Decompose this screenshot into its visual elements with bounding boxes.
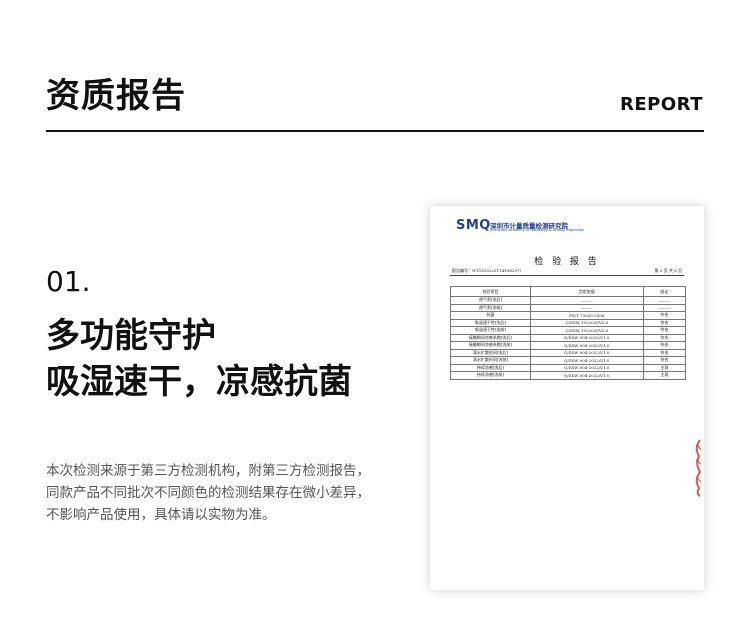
- table-cell: 接触瞬间凉感系数[洗后]: [450, 333, 531, 342]
- table-cell: 透气率[洗前]: [450, 303, 531, 312]
- table-row: 透气率[洗前] ——— ———: [450, 303, 687, 312]
- smq-logo: SMQ: [456, 218, 491, 233]
- table-cell: ———: [529, 296, 644, 305]
- description-line: 不影响产品使用，具体请以实物为准。: [46, 507, 276, 523]
- table-row: 吸湿速干性[洗后] Q/ZSW 19-2020/V2.0 符合: [450, 318, 687, 327]
- table-cell: ———: [642, 296, 687, 305]
- table-cell: 接触瞬间凉感系数[洗前]: [450, 341, 531, 350]
- table-cell: 主观: [642, 371, 687, 380]
- table-cell: ———: [642, 303, 687, 312]
- page-title: 资质报告: [46, 76, 186, 116]
- table-cell: Q/ZSW 19-2020/V2.0: [529, 326, 644, 335]
- table-cell: Q/ZSW 004-2022/V1.0: [529, 341, 644, 350]
- table-cell: Q/ZSW 004-2022/V1.0: [529, 371, 644, 380]
- org-name-en: Shenzhen Academy of Metrology & Quality …: [490, 228, 585, 232]
- table-cell: Q/ZSW 004-2022/V1.0: [529, 363, 644, 372]
- table-cell: 符合: [642, 348, 687, 357]
- table-row: 接触瞬间凉感系数[洗前] Q/ZSW 004-2022/V1.0 符合: [450, 341, 687, 350]
- table-cell: 符合: [642, 311, 687, 320]
- table-row: 接触瞬间凉感系数[洗后] Q/ZSW 004-2022/V1.0 符合: [450, 333, 687, 342]
- table-header-row: 检验项目 判定依据 结论: [450, 286, 687, 297]
- table-cell: 符合: [642, 326, 687, 335]
- document-title: 检 验 报 告: [534, 257, 600, 267]
- table-cell: ———: [529, 303, 644, 312]
- table-cell: 透气率[洗后]: [450, 296, 531, 305]
- results-table: 检验项目 判定依据 结论 透气率[洗后] ——— ——— 透气率[洗前] ——— ——— 抗…: [450, 286, 687, 380]
- table-cell: 抗菌: [450, 311, 531, 320]
- table-row: 吸湿速干性[洗前] Q/ZSW 19-2020/V2.0 符合: [450, 326, 687, 335]
- header-divider: [46, 130, 704, 132]
- table-cell: 吸湿速干性[洗后]: [450, 318, 531, 327]
- table-cell: Q/ZSW 004-2022/V1.0: [529, 333, 644, 342]
- headline-line-2: 吸湿速干，凉感抗菌: [46, 362, 352, 402]
- report-number: 报告编号：WT1610223114106297）: [452, 268, 524, 273]
- table-cell: 主观: [642, 363, 687, 372]
- page-title-en: REPORT: [620, 94, 703, 115]
- table-cell: FZ/T 73023-2006: [529, 311, 644, 320]
- table-header-cell: 判定依据: [529, 286, 644, 297]
- report-document-image: SMQ 深圳市计量质量检测研究院 Shenzhen Academy of Met…: [430, 206, 704, 590]
- table-cell: 吸湿速干性[洗前]: [450, 326, 531, 335]
- table-cell: 滴水扩散时间[洗后]: [450, 348, 531, 357]
- table-cell: Q/ZSW 004-2022/V1.0: [529, 356, 644, 365]
- description-line: 同款产品不同批次不同颜色的检测结果存在微小差异，: [46, 485, 370, 501]
- table-row: 持续凉感[洗前] Q/ZSW 004-2022/V1.0 主观: [450, 371, 687, 380]
- table-cell: 符合: [642, 356, 687, 365]
- table-row: 滴水扩散时间[洗后] Q/ZSW 004-2022/V1.0 符合: [450, 348, 687, 357]
- table-cell: 持续凉感[洗前]: [450, 371, 531, 380]
- table-row: 透气率[洗后] ——— ———: [450, 296, 687, 305]
- table-row: 抗菌 FZ/T 73023-2006 符合: [450, 311, 687, 320]
- description-line: 本次检测来源于第三方检测机构，附第三方检测报告，: [46, 463, 370, 479]
- table-row: 持续凉感[洗后] Q/ZSW 004-2022/V1.0 主观: [450, 363, 687, 372]
- document-rule: [450, 275, 684, 276]
- table-cell: Q/ZSW 19-2020/V2.0: [529, 318, 644, 327]
- table-header-cell: 检验项目: [450, 286, 531, 297]
- official-stamp-icon: [695, 439, 702, 497]
- section-number: 01.: [46, 265, 91, 298]
- table-cell: 符合: [642, 333, 687, 342]
- table-cell: 持续凉感[洗后]: [450, 363, 531, 372]
- table-cell: 符合: [642, 318, 687, 327]
- table-cell: 滴水扩散时间[洗前]: [450, 356, 531, 365]
- table-row: 滴水扩散时间[洗前] Q/ZSW 004-2022/V1.0 符合: [450, 356, 687, 365]
- table-header-cell: 结论: [642, 286, 687, 297]
- table-cell: Q/ZSW 004-2022/V1.0: [529, 348, 644, 357]
- page-info: 第 3 页 共 6 页: [654, 268, 682, 273]
- headline-line-1: 多功能守护: [46, 316, 216, 356]
- table-cell: 符合: [642, 341, 687, 350]
